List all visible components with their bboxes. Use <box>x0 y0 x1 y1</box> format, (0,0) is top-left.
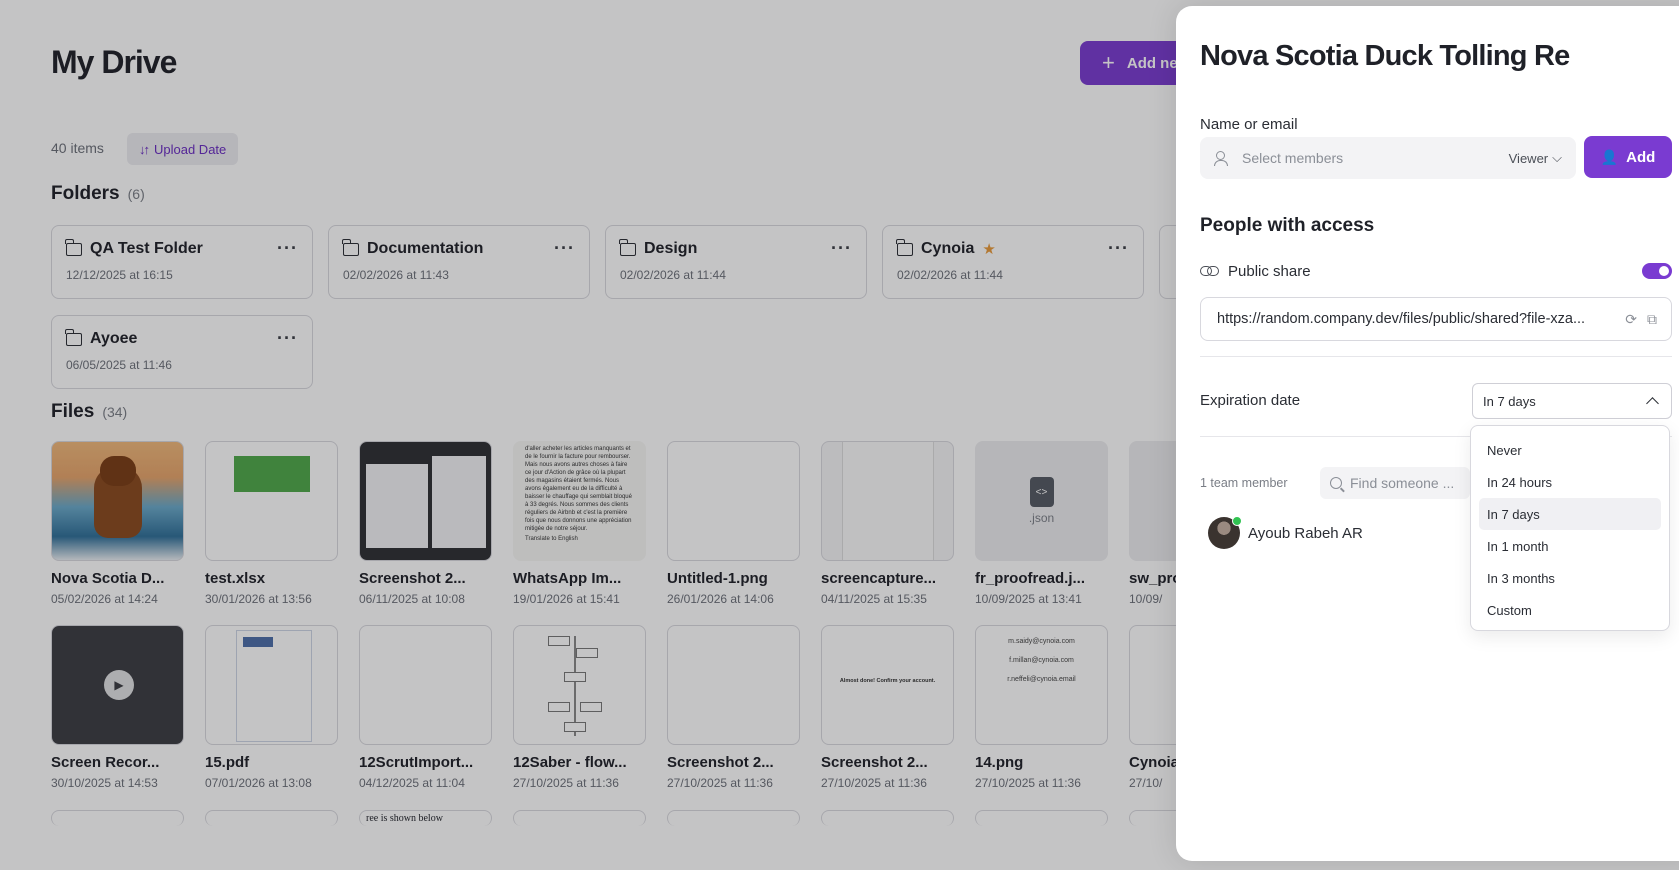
dropdown-option-3-months[interactable]: In 3 months <box>1479 562 1661 594</box>
team-member-count: 1 team member <box>1200 476 1288 490</box>
expiration-dropdown: Never In 24 hours In 7 days In 1 month I… <box>1470 425 1670 631</box>
users-icon <box>1214 151 1232 166</box>
expiration-date-label: Expiration date <box>1200 392 1301 409</box>
online-status-dot <box>1232 516 1242 526</box>
search-icon <box>1330 477 1342 489</box>
role-value: Viewer <box>1508 150 1549 166</box>
share-url-field[interactable]: https://random.company.dev/files/public/… <box>1200 297 1672 341</box>
refresh-icon[interactable]: ⟳ <box>1625 311 1637 328</box>
select-members-placeholder: Select members <box>1242 150 1344 166</box>
dropdown-option-1-month[interactable]: In 1 month <box>1479 530 1661 562</box>
find-someone-placeholder: Find someone ... <box>1350 475 1455 491</box>
name-or-email-label: Name or email <box>1200 116 1298 133</box>
find-someone-input[interactable]: Find someone ... <box>1320 467 1470 499</box>
dropdown-option-never[interactable]: Never <box>1479 434 1661 466</box>
share-panel-title: Nova Scotia Duck Tolling Re <box>1200 40 1570 72</box>
avatar <box>1208 516 1242 549</box>
public-share-row: Public share <box>1200 259 1672 283</box>
add-label: Add <box>1626 148 1656 166</box>
dropdown-option-7-days[interactable]: In 7 days <box>1479 498 1661 530</box>
select-members-input[interactable]: Select members Viewer ⌵ <box>1200 137 1576 179</box>
member-name: Ayoub Rabeh AR <box>1248 524 1363 542</box>
chevron-down-icon: ⌵ <box>1552 150 1562 165</box>
chevron-up-icon <box>1646 397 1659 410</box>
member-row[interactable]: Ayoub Rabeh AR <box>1208 516 1363 549</box>
copy-icon[interactable]: ⧉ <box>1647 311 1657 328</box>
divider <box>1200 356 1672 357</box>
share-url: https://random.company.dev/files/public/… <box>1217 311 1586 327</box>
add-member-button[interactable]: 👤 Add <box>1584 136 1672 178</box>
expiration-select[interactable]: In 7 days <box>1472 383 1672 419</box>
public-share-toggle[interactable] <box>1642 263 1672 279</box>
role-select[interactable]: Viewer ⌵ <box>1509 150 1562 166</box>
link-icon <box>1200 266 1219 276</box>
people-with-access-heading: People with access <box>1200 215 1375 236</box>
public-share-label: Public share <box>1228 262 1311 280</box>
dropdown-option-24-hours[interactable]: In 24 hours <box>1479 466 1661 498</box>
user-plus-icon: 👤 <box>1600 148 1619 165</box>
dropdown-option-custom[interactable]: Custom <box>1479 594 1661 626</box>
expiration-value: In 7 days <box>1483 393 1536 409</box>
